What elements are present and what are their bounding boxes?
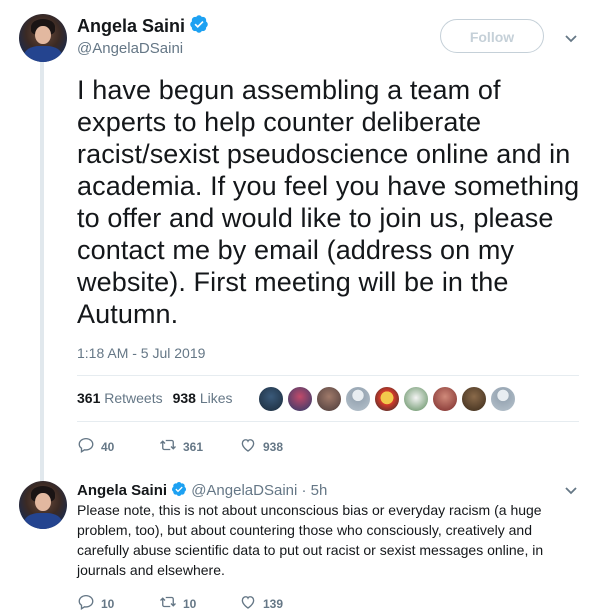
reply-button[interactable]: 40: [77, 436, 114, 457]
divider: [77, 421, 579, 422]
retweet-button[interactable]: 10: [159, 593, 196, 614]
chevron-down-icon[interactable]: [563, 30, 579, 46]
follow-button[interactable]: Follow: [440, 19, 544, 53]
verified-icon: [171, 481, 187, 501]
liker-avatar[interactable]: [287, 386, 313, 412]
reply-text: Please note, this is not about unconscio…: [77, 502, 544, 578]
liker-avatar[interactable]: [258, 386, 284, 412]
retweets-count: 361: [77, 390, 101, 406]
retweet-button[interactable]: 361: [159, 436, 203, 457]
likes-label: Likes: [199, 390, 233, 406]
like-count: 938: [263, 439, 284, 454]
tweet-stats: 361 Retweets 938 Likes: [77, 390, 233, 406]
reply-count: 40: [101, 439, 115, 454]
reply-author-name[interactable]: Angela Saini: [77, 482, 167, 499]
reply-button[interactable]: 10: [77, 593, 114, 614]
like-icon: [239, 436, 257, 457]
retweet-icon: [159, 593, 177, 614]
tweet-text: I have begun assembling a team of expert…: [77, 75, 580, 329]
liker-avatar[interactable]: [461, 386, 487, 412]
reply-icon: [77, 436, 95, 457]
like-count: 139: [263, 596, 284, 611]
liker-avatar[interactable]: [316, 386, 342, 412]
author-avatar[interactable]: [19, 14, 67, 62]
reply-time[interactable]: · 5h: [302, 482, 328, 499]
like-button[interactable]: 938: [239, 436, 283, 457]
retweet-icon: [159, 436, 177, 457]
reply-header: Angela Saini @AngelaDSaini · 5h: [77, 481, 327, 501]
author-name[interactable]: Angela Saini: [77, 16, 185, 36]
author-name-row[interactable]: Angela Saini: [77, 14, 209, 39]
liker-avatar[interactable]: [432, 386, 458, 412]
liker-avatar[interactable]: [403, 386, 429, 412]
retweet-count: 10: [183, 596, 197, 611]
liker-avatar[interactable]: [345, 386, 371, 412]
like-button[interactable]: 139: [239, 593, 283, 614]
retweets-stat[interactable]: 361 Retweets: [77, 390, 163, 406]
retweets-label: Retweets: [104, 390, 163, 406]
reply-icon: [77, 593, 95, 614]
like-icon: [239, 593, 257, 614]
divider: [77, 375, 579, 376]
thread-line: [40, 62, 44, 482]
chevron-down-icon[interactable]: [563, 482, 579, 498]
reply-author-handle[interactable]: @AngelaDSaini: [191, 482, 297, 499]
liker-avatar[interactable]: [490, 386, 516, 412]
author-handle[interactable]: @AngelaDSaini: [77, 40, 183, 57]
reply-author-avatar[interactable]: [19, 481, 67, 529]
reply-count: 10: [101, 596, 115, 611]
verified-icon: [189, 14, 209, 39]
retweet-count: 361: [183, 439, 204, 454]
tweet-timestamp[interactable]: 1:18 AM - 5 Jul 2019: [77, 345, 205, 361]
likes-count: 938: [172, 390, 196, 406]
likes-stat[interactable]: 938 Likes: [173, 390, 233, 406]
liker-avatar[interactable]: [374, 386, 400, 412]
